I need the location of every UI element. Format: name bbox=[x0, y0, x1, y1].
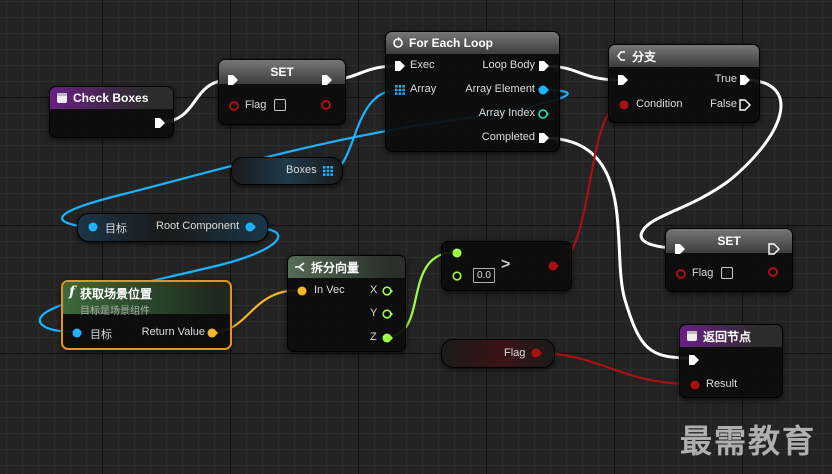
flag-label: Flag bbox=[245, 99, 267, 111]
check-boxes-node[interactable]: Check Boxes bbox=[49, 86, 174, 138]
false-out-pin[interactable] bbox=[739, 99, 751, 111]
root-component-node[interactable]: 目标 Root Component bbox=[77, 213, 268, 242]
check-boxes-header: Check Boxes bbox=[50, 87, 173, 109]
get-location-subtitle: 目标是场景组件 bbox=[80, 306, 151, 317]
array-element-label: Array Element bbox=[465, 83, 535, 95]
exec-in-pin[interactable] bbox=[688, 354, 700, 366]
condition-in-pin[interactable] bbox=[619, 100, 629, 110]
branch-node[interactable]: 分支 Condition True False bbox=[608, 44, 760, 123]
array-label: Array bbox=[410, 83, 437, 95]
exec-label: Exec bbox=[410, 59, 435, 71]
for-each-title: For Each Loop bbox=[409, 36, 493, 50]
a-in-pin[interactable] bbox=[452, 248, 462, 258]
true-out-pin[interactable] bbox=[739, 74, 751, 86]
set-title: SET bbox=[270, 65, 294, 79]
exec-in-pin[interactable] bbox=[394, 60, 406, 72]
completed-out-pin[interactable] bbox=[538, 132, 550, 144]
flag-checkbox[interactable] bbox=[721, 267, 733, 279]
branch-title: 分支 bbox=[632, 49, 657, 64]
condition-label: Condition bbox=[636, 98, 683, 110]
get-location-title: 获取场景位置 bbox=[80, 287, 153, 301]
boxes-out-pin[interactable] bbox=[323, 166, 333, 176]
exec-in-pin[interactable] bbox=[227, 74, 239, 86]
break-vector-header: 拆分向量 bbox=[288, 256, 405, 278]
z-label: Z bbox=[370, 331, 377, 343]
b-in-pin[interactable] bbox=[452, 271, 462, 281]
root-component-out-pin[interactable] bbox=[245, 222, 256, 232]
loop-icon bbox=[393, 37, 403, 48]
return-value-out-pin[interactable] bbox=[207, 328, 218, 338]
array-in-pin[interactable] bbox=[395, 85, 405, 95]
return-node[interactable]: 返回节点 Result bbox=[679, 324, 783, 398]
target-label: 目标 bbox=[105, 223, 127, 235]
array-index-label: Array Index bbox=[478, 107, 535, 119]
root-component-label: Root Component bbox=[156, 220, 240, 232]
return-header: 返回节点 bbox=[680, 325, 782, 347]
break-vector-node[interactable]: 拆分向量 In Vec X Y Z bbox=[287, 255, 406, 352]
exec-out-pin[interactable] bbox=[321, 74, 333, 86]
watermark: 最需教育 bbox=[680, 423, 817, 459]
compare-out-pin[interactable] bbox=[548, 261, 559, 271]
set-title: SET bbox=[717, 234, 741, 248]
branch-header: 分支 bbox=[609, 45, 759, 67]
y-label: Y bbox=[370, 307, 378, 319]
get-world-location-node[interactable]: f 获取场景位置 目标是场景组件 目标 Return Value bbox=[61, 280, 232, 350]
false-label: False bbox=[710, 98, 737, 110]
exec-out-pin[interactable] bbox=[154, 117, 166, 129]
bool-in-pin[interactable] bbox=[676, 269, 686, 279]
completed-label: Completed bbox=[481, 131, 535, 143]
event-icon bbox=[57, 93, 67, 103]
exec-in-pin[interactable] bbox=[674, 243, 686, 255]
flag-out-pin[interactable] bbox=[531, 348, 542, 358]
result-in-pin[interactable] bbox=[690, 380, 700, 390]
flag-checkbox[interactable] bbox=[274, 99, 286, 111]
bool-in-pin[interactable] bbox=[229, 101, 239, 111]
array-index-out-pin[interactable] bbox=[538, 109, 549, 119]
for-each-header: For Each Loop bbox=[386, 32, 559, 54]
bool-out-pin[interactable] bbox=[321, 100, 331, 110]
break-vector-icon bbox=[295, 262, 305, 272]
exec-out-pin[interactable] bbox=[768, 243, 780, 255]
x-label: X bbox=[370, 284, 378, 296]
in-vec-label: In Vec bbox=[314, 284, 345, 296]
target-in-pin[interactable] bbox=[72, 328, 82, 338]
boxes-label: Boxes bbox=[286, 164, 317, 176]
bool-out-pin[interactable] bbox=[768, 267, 778, 277]
boxes-variable-node[interactable]: Boxes bbox=[231, 157, 343, 185]
target-in-pin[interactable] bbox=[88, 222, 98, 232]
loop-body-label: Loop Body bbox=[482, 59, 535, 71]
target-label: 目标 bbox=[90, 329, 112, 341]
set-flag-node-1[interactable]: SET Flag bbox=[218, 59, 346, 125]
bool-wire-flag-result bbox=[535, 351, 693, 386]
exec-in-pin[interactable] bbox=[617, 74, 629, 86]
function-icon: f bbox=[69, 284, 76, 300]
x-out-pin[interactable] bbox=[382, 286, 393, 296]
check-boxes-title: Check Boxes bbox=[73, 91, 149, 105]
greater-than-node[interactable]: 0.0 > bbox=[441, 241, 572, 291]
b-value-field[interactable]: 0.0 bbox=[473, 268, 495, 283]
blueprint-graph-canvas[interactable]: Check Boxes SET Flag For Each Loop Exec … bbox=[0, 0, 832, 474]
return-value-label: Return Value bbox=[141, 326, 205, 338]
y-out-pin[interactable] bbox=[382, 309, 393, 319]
result-label: Result bbox=[706, 378, 738, 390]
loop-body-out-pin[interactable] bbox=[538, 60, 550, 72]
for-each-loop-node[interactable]: For Each Loop Exec Array Loop Body Array… bbox=[385, 31, 560, 152]
flag-variable-node[interactable]: Flag bbox=[441, 339, 555, 368]
in-vec-pin[interactable] bbox=[297, 286, 307, 296]
greater-than-symbol: > bbox=[501, 256, 511, 273]
flag-label: Flag bbox=[692, 267, 714, 279]
break-vector-title: 拆分向量 bbox=[311, 260, 360, 275]
flag-label: Flag bbox=[504, 347, 526, 359]
return-icon bbox=[687, 331, 697, 341]
get-location-header: f 获取场景位置 目标是场景组件 bbox=[63, 282, 230, 317]
set-flag-node-2[interactable]: SET Flag bbox=[665, 228, 793, 292]
array-element-out-pin[interactable] bbox=[538, 85, 549, 95]
z-out-pin[interactable] bbox=[382, 333, 393, 343]
true-label: True bbox=[714, 73, 737, 85]
return-title: 返回节点 bbox=[703, 329, 752, 344]
branch-icon bbox=[617, 51, 625, 61]
